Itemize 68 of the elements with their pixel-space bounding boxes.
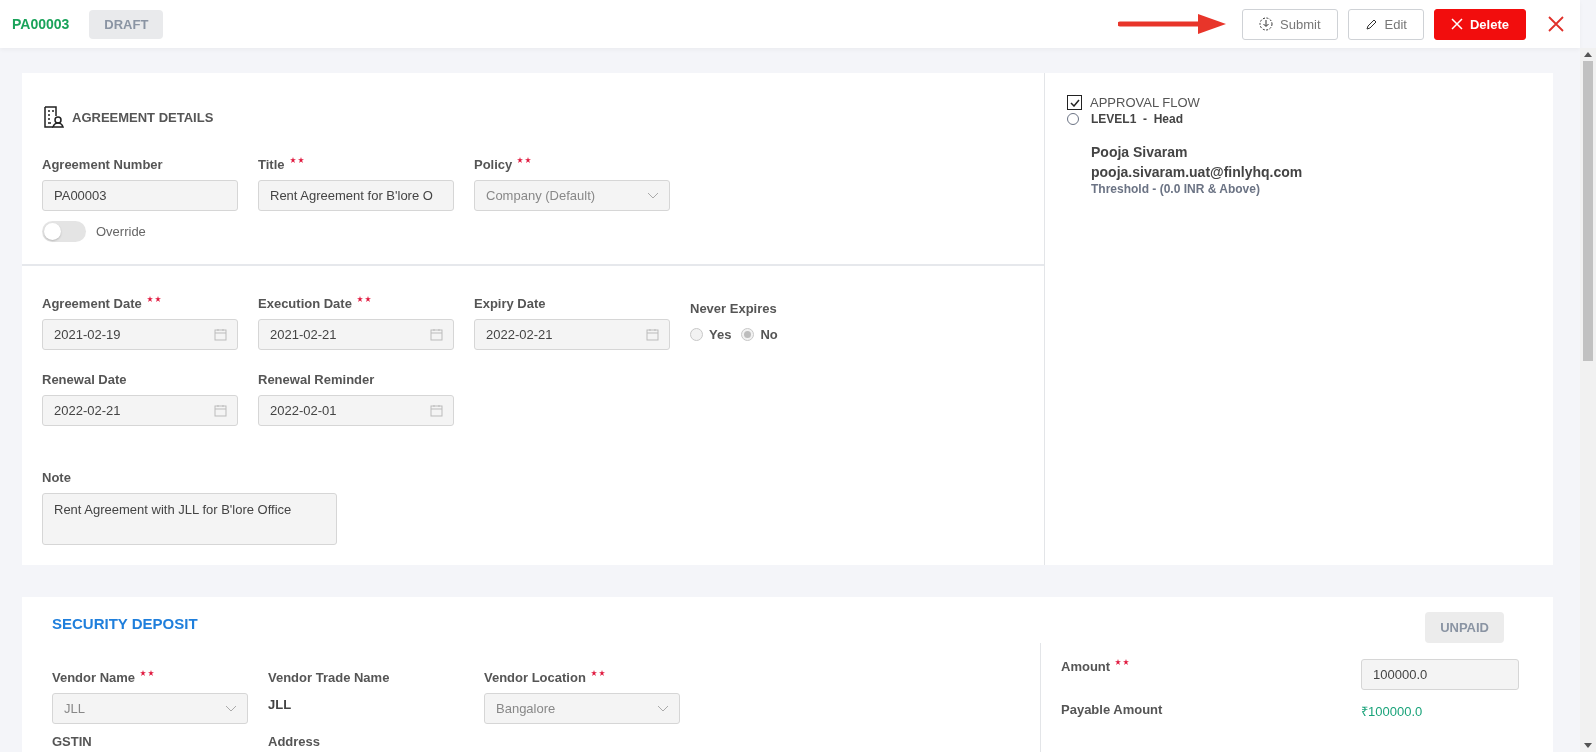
date-field[interactable]: 2022-02-01 xyxy=(258,395,454,426)
checkbox[interactable] xyxy=(1067,95,1082,110)
approver-name: Pooja Sivaram xyxy=(1091,143,1189,162)
date-field[interactable]: 2022-02-21 xyxy=(42,395,238,426)
field-value: JLL xyxy=(268,697,293,712)
section-title: SECURITY DEPOSIT xyxy=(52,615,199,632)
section-title: AGREEMENT DETAILS xyxy=(72,109,214,125)
field-label: Agreement Date xyxy=(42,296,238,311)
scroll-down-icon[interactable] xyxy=(1584,743,1592,748)
calendar-icon[interactable] xyxy=(214,328,227,341)
date-field[interactable]: 2021-02-21 xyxy=(258,319,454,350)
note-field[interactable]: Rent Agreement with JLL for B'lore Office xyxy=(42,493,337,545)
required-asterisk-icon xyxy=(517,157,532,164)
edit-button[interactable]: Edit xyxy=(1347,8,1424,40)
field-label: GSTIN xyxy=(52,734,93,749)
amount-field[interactable]: 100000.0 xyxy=(1361,659,1519,690)
approver-email: pooja.sivaram.uat@finlyhq.com xyxy=(1091,163,1303,182)
field-label: Never Expires xyxy=(690,301,778,316)
text-field[interactable]: Rent Agreement for B'lore O xyxy=(258,180,454,211)
document-person-icon xyxy=(42,105,66,129)
required-asterisk-icon xyxy=(289,157,304,164)
submit-button[interactable]: Submit xyxy=(1242,8,1338,40)
section-title: APPROVAL FLOW xyxy=(1090,95,1200,110)
pencil-icon xyxy=(1364,17,1378,31)
required-asterisk-icon xyxy=(356,296,371,303)
record-id: PA00003 xyxy=(12,16,70,32)
calendar-icon[interactable] xyxy=(430,404,443,417)
radio-option[interactable]: Yes xyxy=(690,327,732,342)
calendar-icon[interactable] xyxy=(214,404,227,417)
field-label: Vendor Name xyxy=(52,670,248,685)
date-field[interactable]: 2022-02-21 xyxy=(474,319,670,350)
field-label: Renewal Reminder xyxy=(258,372,376,387)
field-label: Vendor Trade Name xyxy=(268,670,391,685)
calendar-icon[interactable] xyxy=(430,328,443,341)
field-label: Title xyxy=(258,157,454,172)
override-toggle[interactable] xyxy=(42,221,86,242)
chevron-down-icon[interactable] xyxy=(657,704,669,713)
field-label: Renewal Date xyxy=(42,372,128,387)
radio-option[interactable]: No xyxy=(741,327,778,342)
threshold-text: Threshold - (0.0 INR & Above) xyxy=(1091,182,1261,196)
status-badge: DRAFT xyxy=(89,9,164,39)
field-label: Note xyxy=(42,470,72,485)
download-circle-icon xyxy=(1259,17,1274,31)
field-label: Expiry Date xyxy=(474,296,547,311)
payable-amount: ₹100000.0 xyxy=(1361,703,1424,720)
delete-button[interactable]: Delete xyxy=(1433,8,1526,40)
chevron-down-icon[interactable] xyxy=(225,704,237,713)
field-label: Agreement Number xyxy=(42,157,164,172)
date-field[interactable]: 2021-02-19 xyxy=(42,319,238,350)
field-label: Execution Date xyxy=(258,296,454,311)
chevron-down-icon[interactable] xyxy=(647,191,659,200)
level-label: LEVEL1 - Head xyxy=(1091,112,1185,126)
field-label: Vendor Location xyxy=(484,670,680,685)
required-asterisk-icon xyxy=(146,296,161,303)
close-icon xyxy=(1450,18,1463,30)
required-asterisk-icon xyxy=(1115,659,1130,666)
required-asterisk-icon xyxy=(590,670,605,677)
required-asterisk-icon xyxy=(140,670,155,677)
field-label: Address xyxy=(268,734,322,749)
field-label: Policy xyxy=(474,157,670,172)
toggle-label: Override xyxy=(96,224,146,239)
scrollbar[interactable] xyxy=(1580,48,1596,752)
calendar-icon[interactable] xyxy=(646,328,659,341)
text-field[interactable]: PA00003 xyxy=(42,180,238,211)
field-label: Amount xyxy=(1061,659,1130,674)
scroll-up-icon[interactable] xyxy=(1584,52,1592,57)
status-badge: UNPAID xyxy=(1425,612,1504,643)
field-label: Payable Amount xyxy=(1061,702,1163,717)
